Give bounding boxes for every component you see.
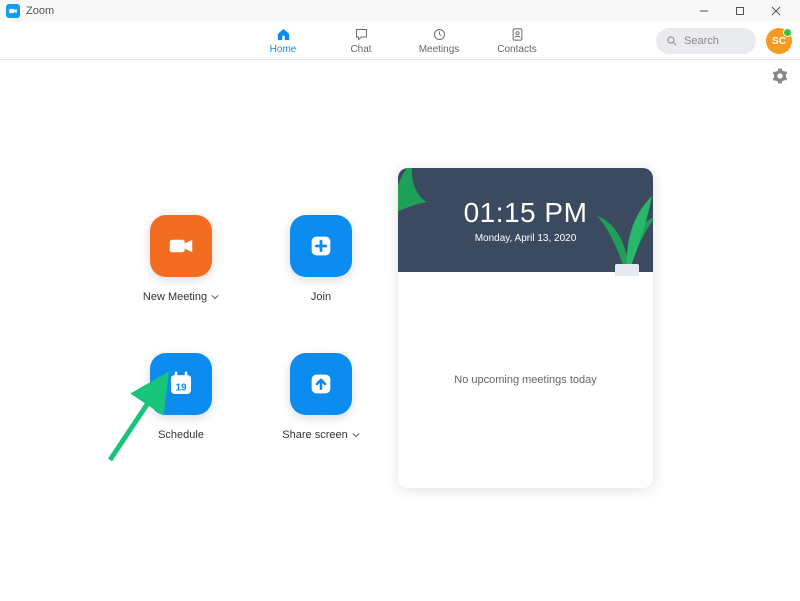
tab-meetings[interactable]: Meetings: [417, 27, 461, 55]
clock-time: 01:15 PM: [464, 197, 588, 229]
plant-decoration-icon: [597, 186, 653, 276]
zoom-app-icon: [6, 4, 20, 18]
search-icon: [666, 35, 678, 47]
no-upcoming-text: No upcoming meetings today: [454, 374, 596, 386]
tab-meetings-label: Meetings: [419, 44, 460, 55]
tab-chat[interactable]: Chat: [339, 27, 383, 55]
action-schedule: 19 Schedule: [126, 353, 236, 441]
user-initials: SC: [772, 36, 786, 47]
share-screen-button[interactable]: [290, 353, 352, 415]
user-avatar[interactable]: SC: [766, 28, 792, 54]
title-bar: Zoom: [0, 0, 800, 22]
window-minimize-button[interactable]: [686, 0, 722, 22]
new-meeting-button[interactable]: [150, 215, 212, 277]
chevron-down-icon: [211, 293, 219, 301]
calendar-icon: 19: [166, 369, 196, 399]
plus-icon: [307, 232, 335, 260]
action-new-meeting: New Meeting: [126, 215, 236, 303]
tab-home[interactable]: Home: [261, 27, 305, 55]
chevron-down-icon: [352, 431, 360, 439]
video-icon: [166, 231, 196, 261]
main-toolbar: Home Chat Meetings Contacts Search SC: [0, 22, 800, 60]
gear-icon: [772, 68, 788, 84]
join-button[interactable]: [290, 215, 352, 277]
clock-date: Monday, April 13, 2020: [475, 233, 577, 244]
plant-decoration-icon: [398, 168, 432, 212]
window-maximize-button[interactable]: [722, 0, 758, 22]
window-close-button[interactable]: [758, 0, 794, 22]
home-actions-grid: New Meeting Join: [126, 215, 376, 441]
schedule-button[interactable]: 19: [150, 353, 212, 415]
tab-chat-label: Chat: [350, 44, 371, 55]
tab-contacts-label: Contacts: [497, 44, 536, 55]
search-placeholder: Search: [684, 35, 719, 47]
settings-button[interactable]: [772, 68, 788, 89]
new-meeting-label-row[interactable]: New Meeting: [143, 291, 219, 303]
share-screen-label-row[interactable]: Share screen: [282, 429, 359, 441]
new-meeting-label: New Meeting: [143, 291, 207, 303]
action-share-screen: Share screen: [266, 353, 376, 441]
arrow-up-icon: [307, 370, 335, 398]
search-input[interactable]: Search: [656, 28, 756, 54]
schedule-label: Schedule: [158, 429, 204, 441]
share-screen-label: Share screen: [282, 429, 347, 441]
action-join: Join: [266, 215, 376, 303]
join-label: Join: [311, 291, 331, 303]
tab-home-label: Home: [270, 44, 297, 55]
upcoming-card: 01:15 PM Monday, April 13, 2020 No upcom…: [398, 168, 653, 488]
tab-contacts[interactable]: Contacts: [495, 27, 539, 55]
card-hero: 01:15 PM Monday, April 13, 2020: [398, 168, 653, 272]
calendar-day: 19: [175, 382, 187, 393]
window-title: Zoom: [26, 5, 54, 17]
